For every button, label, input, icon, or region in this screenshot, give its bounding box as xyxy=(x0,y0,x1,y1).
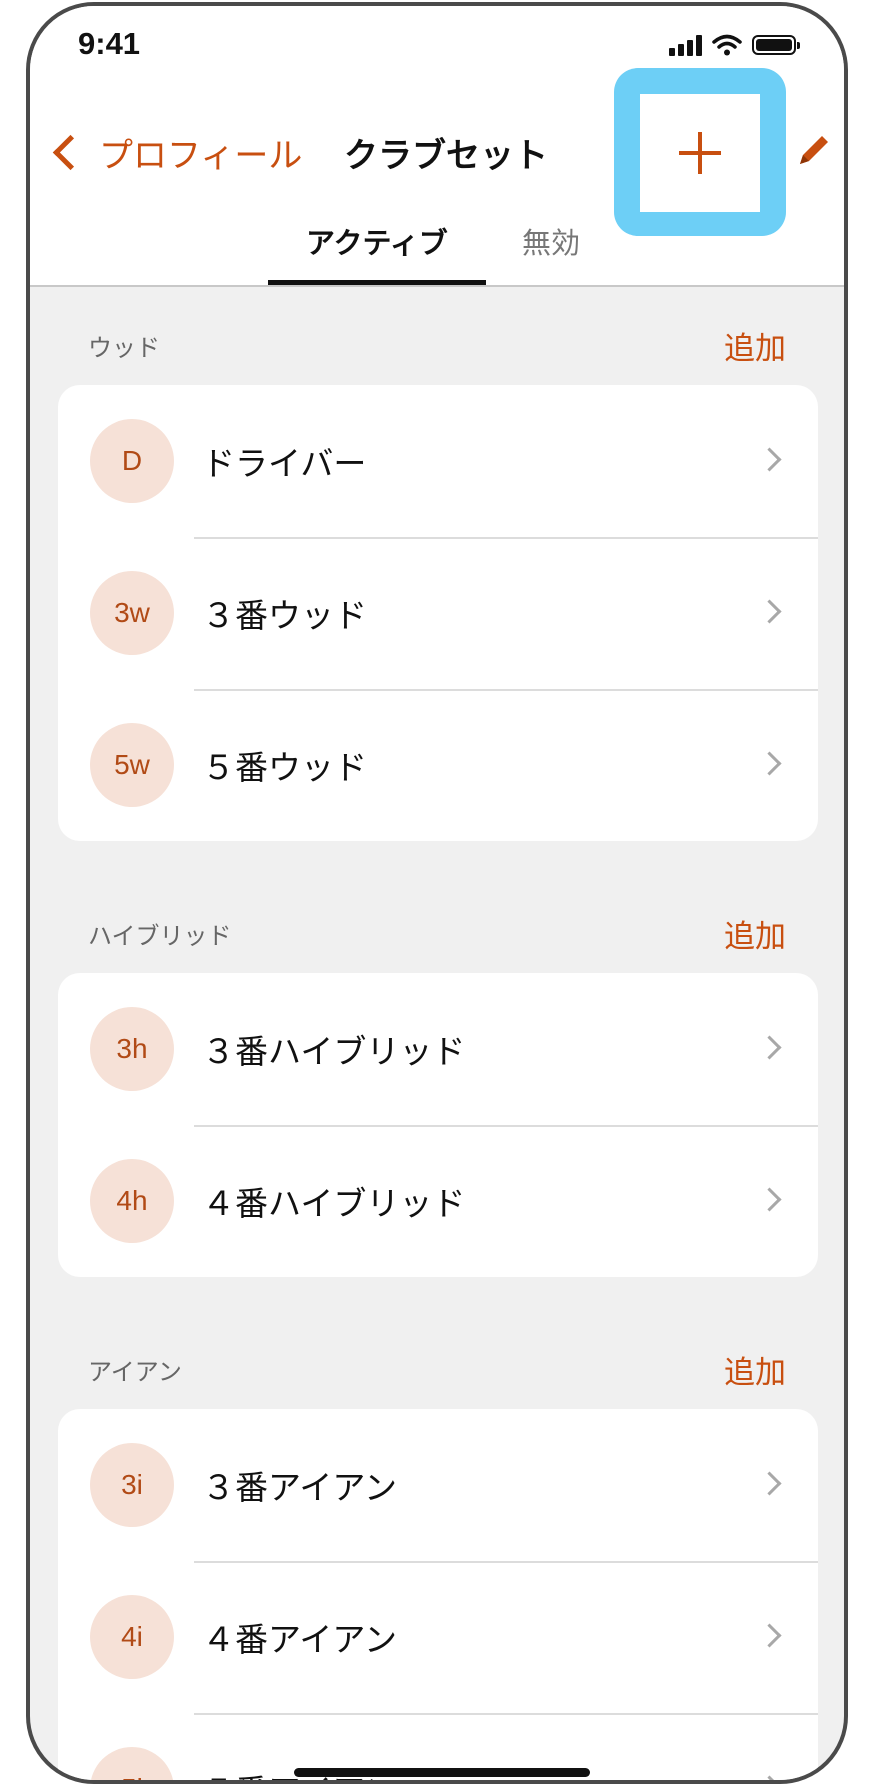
club-name: ４番アイアン xyxy=(202,1620,398,1659)
cellular-signal-icon xyxy=(669,34,702,56)
chevron-right-icon xyxy=(757,1187,782,1212)
section-title: アイアン xyxy=(88,1358,182,1386)
add-wood-link[interactable]: 追加 xyxy=(724,323,786,368)
club-badge: 3h xyxy=(90,1007,174,1091)
list-item[interactable]: 4i ４番アイアン xyxy=(58,1561,818,1713)
battery-icon xyxy=(752,35,800,55)
section-header-woods: ウッド 追加 xyxy=(88,323,786,368)
list-item[interactable]: 3w ３番ウッド xyxy=(58,537,818,689)
tab-inactive[interactable]: 無効 xyxy=(522,220,580,262)
page-title: クラブセット xyxy=(344,136,548,176)
club-badge: 4i xyxy=(90,1595,174,1679)
list-item[interactable]: 3i ３番アイアン xyxy=(58,1409,818,1561)
club-badge: 4h xyxy=(90,1159,174,1243)
section-title: ハイブリッド xyxy=(88,922,232,950)
club-name: ４番ハイブリッド xyxy=(202,1184,466,1223)
section-title: ウッド xyxy=(88,334,160,362)
add-club-set-button[interactable] xyxy=(640,94,760,212)
club-badge: 3w xyxy=(90,571,174,655)
list-item[interactable]: 4h ４番ハイブリッド xyxy=(58,1125,818,1277)
phone-frame: 9:41 プロフィール クラブセット アクティブ 無効 ウッド 追加 D ドライ… xyxy=(26,2,848,1784)
club-badge: 5w xyxy=(90,723,174,807)
woods-card: D ドライバー 3w ３番ウッド 5w ５番ウッド xyxy=(58,385,818,841)
back-button[interactable]: プロフィール xyxy=(44,128,302,177)
pencil-icon[interactable] xyxy=(794,130,834,170)
list-item[interactable]: 3h ３番ハイブリッド xyxy=(58,973,818,1125)
section-header-hybrids: ハイブリッド 追加 xyxy=(88,911,786,956)
status-time: 9:41 xyxy=(78,26,141,61)
chevron-right-icon xyxy=(757,751,782,776)
plus-icon xyxy=(679,132,721,174)
chevron-right-icon xyxy=(757,1775,782,1780)
club-name: ３番ウッド xyxy=(202,596,367,635)
club-name: ３番アイアン xyxy=(202,1468,398,1507)
club-name: ドライバー xyxy=(202,444,367,483)
chevron-right-icon xyxy=(757,599,782,624)
list-item[interactable]: D ドライバー xyxy=(58,385,818,537)
segment-tabs: アクティブ 無効 xyxy=(30,210,844,285)
active-tab-indicator xyxy=(268,280,486,285)
back-chevron-icon xyxy=(52,134,89,171)
club-badge: 5i xyxy=(90,1747,174,1780)
hybrids-card: 3h ３番ハイブリッド 4h ４番ハイブリッド xyxy=(58,973,818,1277)
tab-active[interactable]: アクティブ xyxy=(306,220,448,262)
chevron-right-icon xyxy=(757,447,782,472)
chevron-right-icon xyxy=(757,1035,782,1060)
list-item[interactable]: 5w ５番ウッド xyxy=(58,689,818,841)
add-iron-link[interactable]: 追加 xyxy=(724,1347,786,1392)
home-indicator[interactable] xyxy=(294,1768,590,1777)
club-name: ５番ウッド xyxy=(202,748,367,787)
top-bar: 9:41 プロフィール クラブセット アクティブ 無効 xyxy=(30,6,844,287)
club-badge: D xyxy=(90,419,174,503)
chevron-right-icon xyxy=(757,1623,782,1648)
irons-card: 3i ３番アイアン 4i ４番アイアン 5i ５番アイアン xyxy=(58,1409,818,1780)
section-header-irons: アイアン 追加 xyxy=(88,1347,786,1392)
back-button-label: プロフィール xyxy=(99,136,303,176)
status-icons xyxy=(669,34,800,56)
add-hybrid-link[interactable]: 追加 xyxy=(724,911,786,956)
club-name: ３番ハイブリッド xyxy=(202,1032,466,1071)
chevron-right-icon xyxy=(757,1471,782,1496)
wifi-icon xyxy=(712,34,742,56)
club-badge: 3i xyxy=(90,1443,174,1527)
